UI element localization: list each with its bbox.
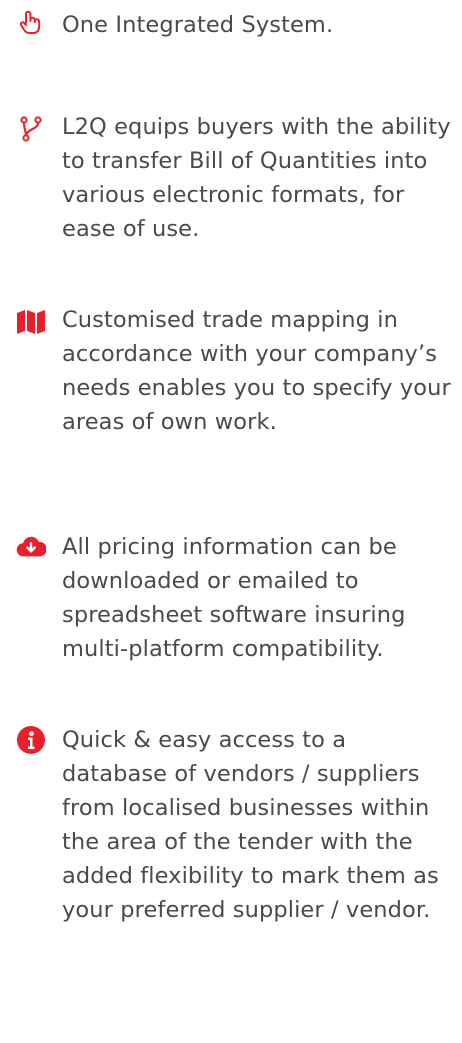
cloud-download-icon: [16, 532, 46, 562]
hand-pointer-icon: [16, 8, 46, 38]
feature-text: Customised trade mapping in accordance w…: [62, 307, 451, 435]
map-icon: [16, 307, 46, 337]
info-circle-icon: [16, 725, 46, 755]
feature-text: L2Q equips buyers with the ability to tr…: [62, 114, 451, 242]
feature-text: All pricing information can be downloade…: [62, 534, 406, 662]
code-fork-icon: [16, 114, 46, 144]
feature-text: One Integrated System.: [62, 12, 334, 38]
feature-text: Quick & easy access to a database of ven…: [62, 727, 439, 923]
